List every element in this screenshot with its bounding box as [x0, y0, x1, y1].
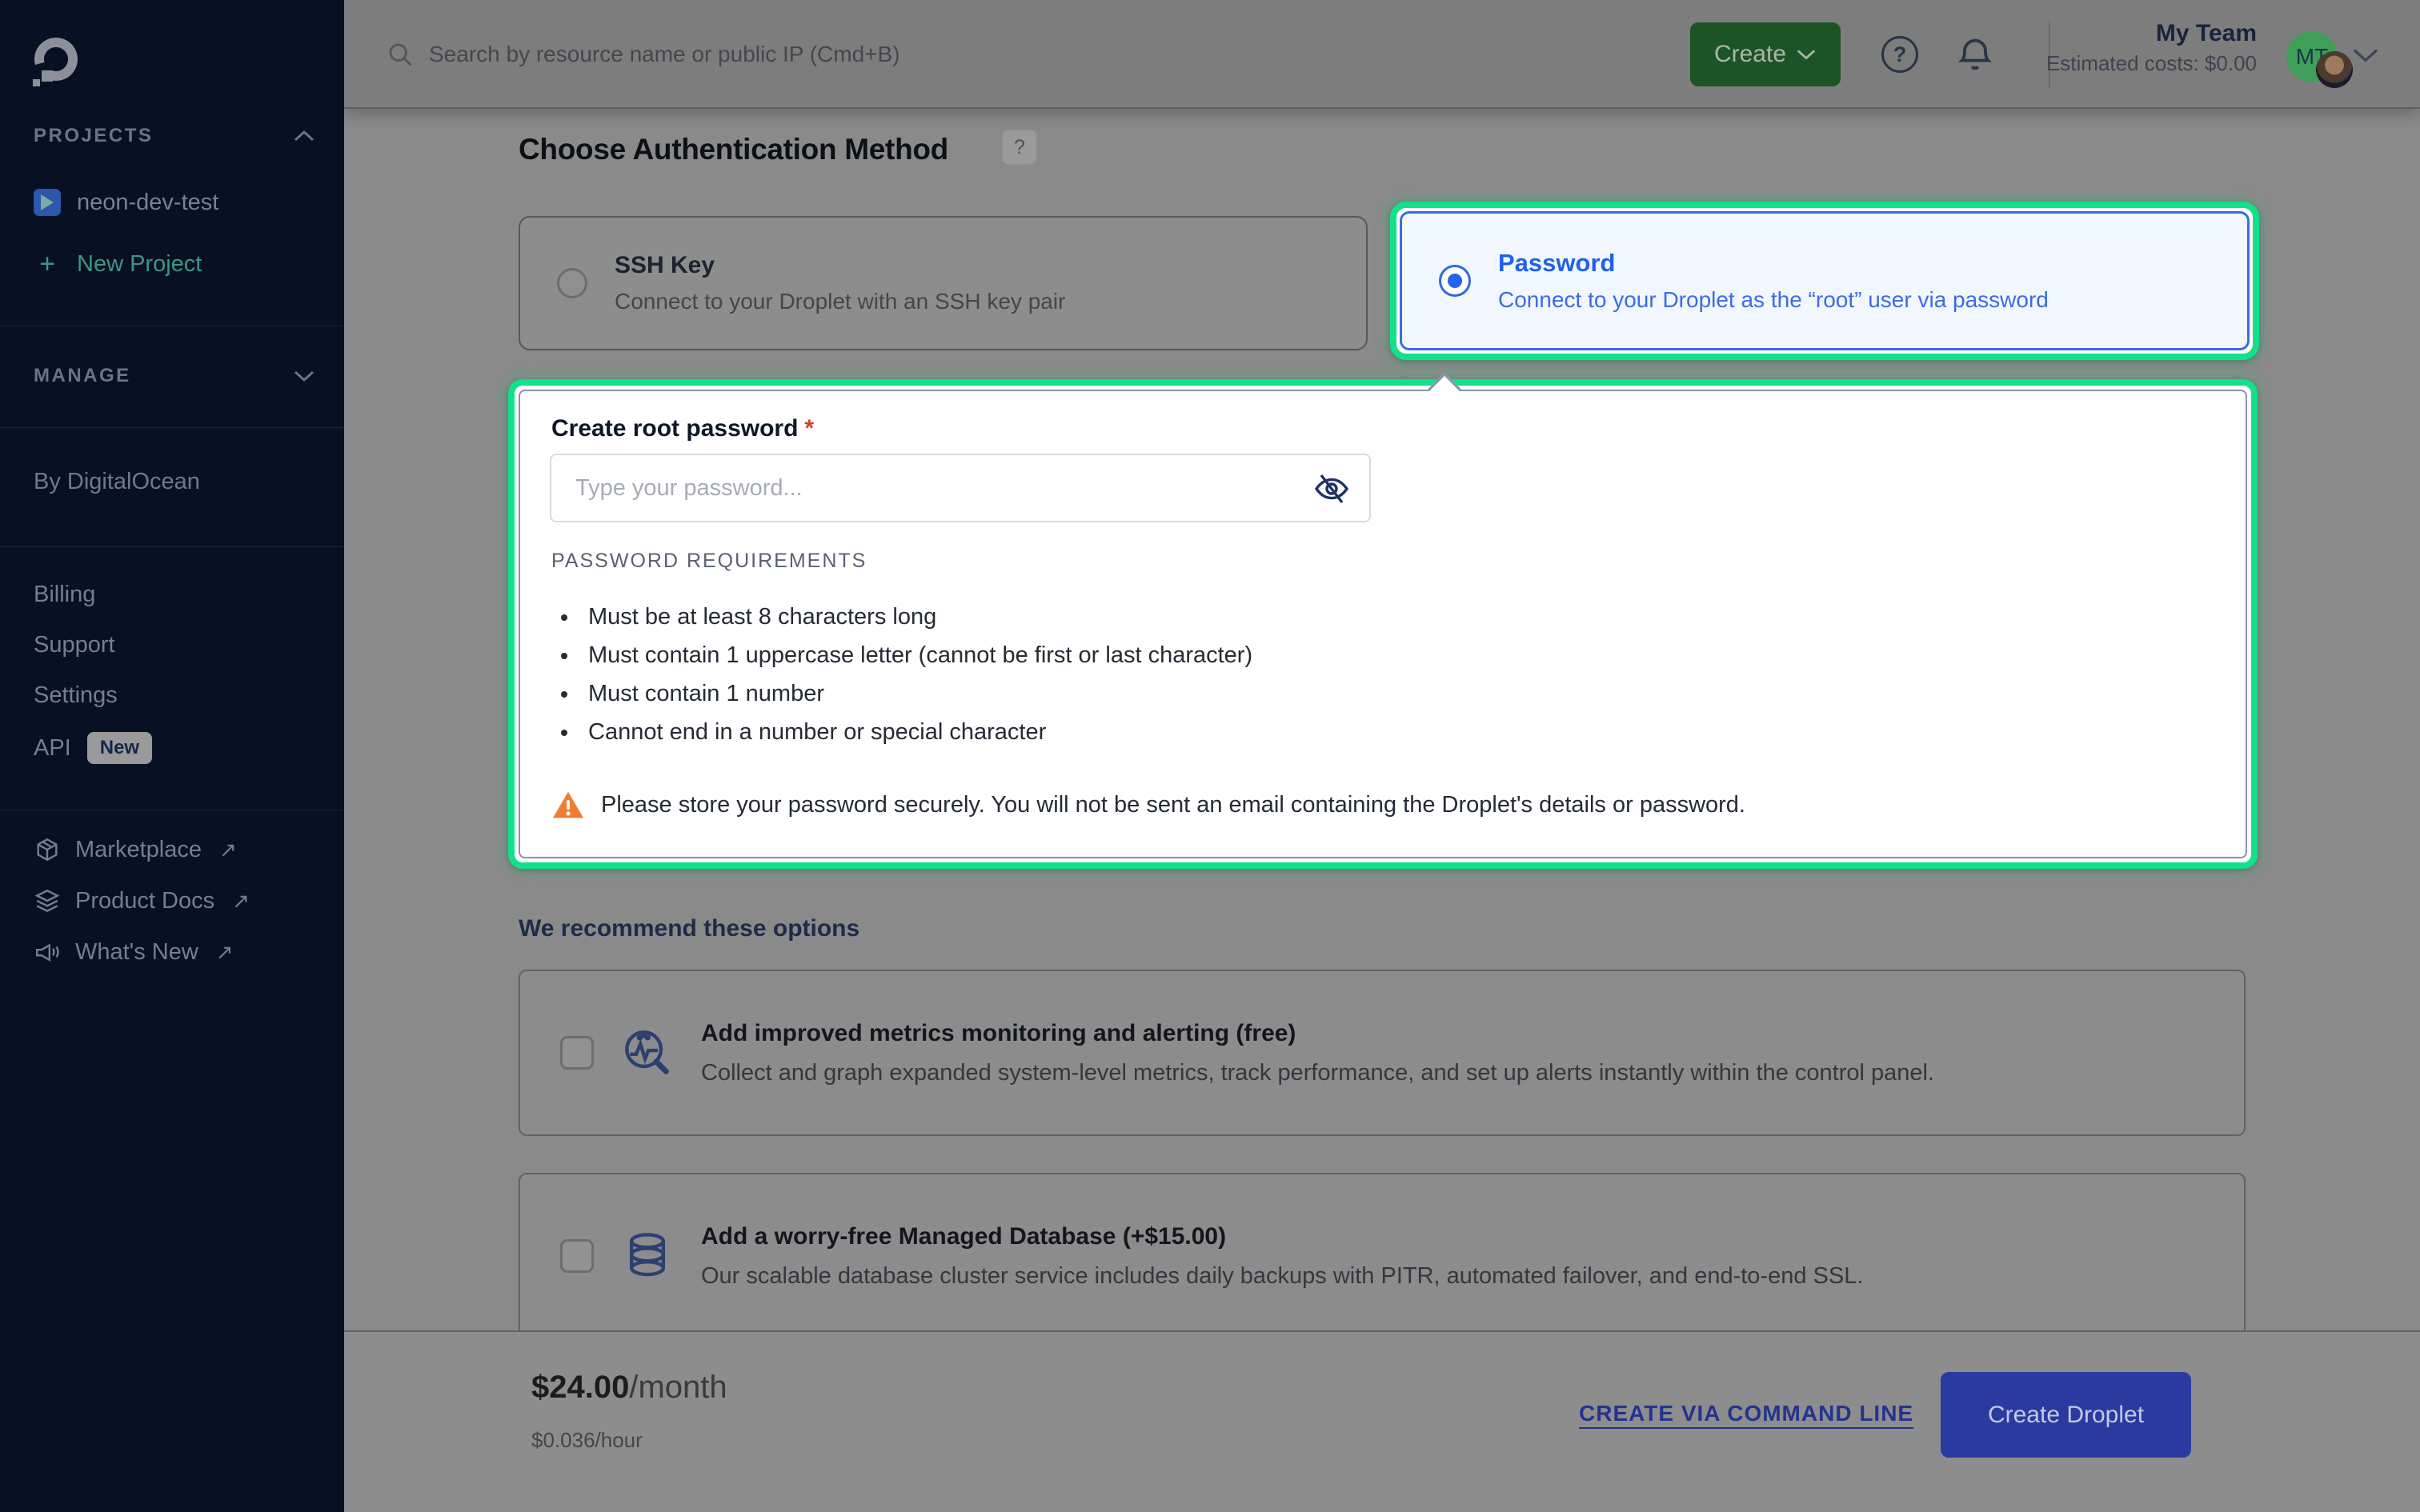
ssh-radio[interactable] [557, 268, 587, 298]
search-placeholder: Search by resource name or public IP (Cm… [429, 42, 900, 67]
digitalocean-logo-icon[interactable] [30, 35, 82, 86]
user-avatar[interactable] [2316, 51, 2353, 88]
team-menu[interactable]: My Team Estimated costs: $0.00 [2046, 18, 2257, 77]
database-subtitle: Our scalable database cluster service in… [701, 1263, 1863, 1290]
projects-section-header[interactable]: PROJECTS [34, 120, 315, 152]
manage-label: MANAGE [34, 365, 131, 387]
cube-icon [34, 836, 61, 863]
by-digitalocean-label: By DigitalOcean [34, 462, 200, 502]
notifications-bell-icon[interactable] [1954, 34, 1996, 75]
warning-text: Please store your password securely. You… [601, 792, 1745, 818]
sidebar-divider [0, 427, 344, 428]
create-menu-button[interactable]: Create [1690, 22, 1841, 86]
create-droplet-button[interactable]: Create Droplet [1941, 1372, 2191, 1458]
new-project-label: New Project [77, 251, 202, 278]
chevron-up-icon [293, 129, 315, 143]
option-card-monitoring[interactable]: Add improved metrics monitoring and aler… [519, 970, 2246, 1136]
sidebar-item-by-digitalocean[interactable]: By DigitalOcean [34, 462, 200, 502]
requirement-item: Must be at least 8 characters long [551, 598, 1252, 636]
root-password-input[interactable] [550, 454, 1371, 522]
plus-icon: + [34, 250, 61, 278]
database-title: Add a worry-free Managed Database (+$15.… [701, 1223, 1863, 1250]
sidebar-item-product-docs[interactable]: Product Docs ↗ [34, 880, 250, 922]
help-button[interactable]: ? [1881, 36, 1918, 73]
root-password-panel-highlight: Create root password* PASSWORD REQUIREME… [508, 379, 2258, 869]
requirement-item: Must contain 1 uppercase letter (cannot … [551, 636, 1252, 674]
root-password-panel: Create root password* PASSWORD REQUIREME… [519, 390, 2247, 858]
create-root-password-label: Create root password* [551, 415, 814, 442]
api-new-badge: New [87, 732, 152, 764]
summary-footer: $24.00/month $0.036/hour CREATE VIA COMM… [344, 1330, 2420, 1512]
team-name: My Team [2046, 18, 2257, 50]
password-option-highlight: Password Connect to your Droplet as the … [1390, 202, 2259, 360]
sidebar-item-settings[interactable]: Settings [34, 675, 118, 715]
password-option-card[interactable]: Password Connect to your Droplet as the … [1400, 211, 2250, 350]
top-header: Search by resource name or public IP (Cm… [344, 0, 2420, 109]
password-card-title: Password [1498, 249, 2049, 278]
megaphone-icon [34, 938, 61, 966]
manage-section-header[interactable]: MANAGE [34, 360, 315, 392]
account-chevron-down-icon[interactable] [2351, 45, 2380, 66]
projects-label: PROJECTS [34, 125, 153, 147]
password-radio[interactable] [1439, 265, 1471, 297]
search-input[interactable]: Search by resource name or public IP (Cm… [386, 27, 1106, 82]
panel-caret [1428, 373, 1461, 406]
monitoring-title: Add improved metrics monitoring and aler… [701, 1020, 1934, 1047]
sidebar-item-support[interactable]: Support [34, 625, 115, 665]
project-icon [34, 189, 61, 216]
required-asterisk: * [804, 415, 814, 442]
warning-icon [551, 790, 585, 820]
ssh-card-title: SSH Key [615, 252, 1065, 279]
sidebar-item-project[interactable]: neon-dev-test [34, 182, 328, 223]
main-content: Choose Authentication Method ? SSH Key C… [344, 110, 2420, 1330]
sidebar-item-billing[interactable]: Billing [34, 574, 95, 614]
monitoring-subtitle: Collect and graph expanded system-level … [701, 1060, 1934, 1086]
sidebar-item-whats-new[interactable]: What's New ↗ [34, 931, 234, 973]
sidebar-item-api[interactable]: API New [34, 728, 152, 768]
project-name: neon-dev-test [77, 190, 218, 216]
search-icon [386, 40, 415, 69]
hourly-price: $0.036/hour [531, 1428, 643, 1453]
external-link-icon: ↗ [232, 889, 250, 914]
option-card-managed-database[interactable]: Add a worry-free Managed Database (+$15.… [519, 1173, 2246, 1339]
password-requirements-title: PASSWORD REQUIREMENTS [551, 550, 867, 573]
external-link-icon: ↗ [219, 838, 237, 862]
chevron-down-icon [1796, 47, 1817, 62]
monitoring-icon [619, 1025, 675, 1081]
create-via-command-line-link[interactable]: CREATE VIA COMMAND LINE [1579, 1401, 1913, 1426]
page-title: Choose Authentication Method [519, 133, 948, 166]
ssh-card-subtitle: Connect to your Droplet with an SSH key … [615, 289, 1065, 314]
database-icon [619, 1228, 675, 1284]
requirement-item: Cannot end in a number or special charac… [551, 713, 1252, 751]
sidebar-item-marketplace[interactable]: Marketplace ↗ [34, 829, 237, 870]
database-checkbox[interactable] [560, 1239, 594, 1273]
monthly-price: $24.00/month [531, 1370, 727, 1406]
new-project-button[interactable]: + New Project [34, 243, 328, 285]
password-card-subtitle: Connect to your Droplet as the “root” us… [1498, 287, 2049, 313]
estimated-costs: Estimated costs: $0.00 [2046, 50, 2257, 77]
title-help-button[interactable]: ? [1002, 130, 1037, 165]
external-link-icon: ↗ [216, 940, 234, 965]
eye-off-icon[interactable] [1312, 470, 1351, 508]
monitoring-checkbox[interactable] [560, 1036, 594, 1070]
ssh-key-option-card[interactable]: SSH Key Connect to your Droplet with an … [519, 216, 1368, 350]
layers-icon [34, 887, 61, 914]
sidebar-divider [0, 546, 344, 547]
sidebar: PROJECTS neon-dev-test + New Project MAN… [0, 0, 344, 1512]
password-warning: Please store your password securely. You… [551, 790, 1745, 820]
recommend-title: We recommend these options [519, 915, 859, 942]
requirement-item: Must contain 1 number [551, 674, 1252, 713]
chevron-down-icon [293, 369, 315, 383]
password-requirements-list: Must be at least 8 characters long Must … [551, 598, 1252, 751]
